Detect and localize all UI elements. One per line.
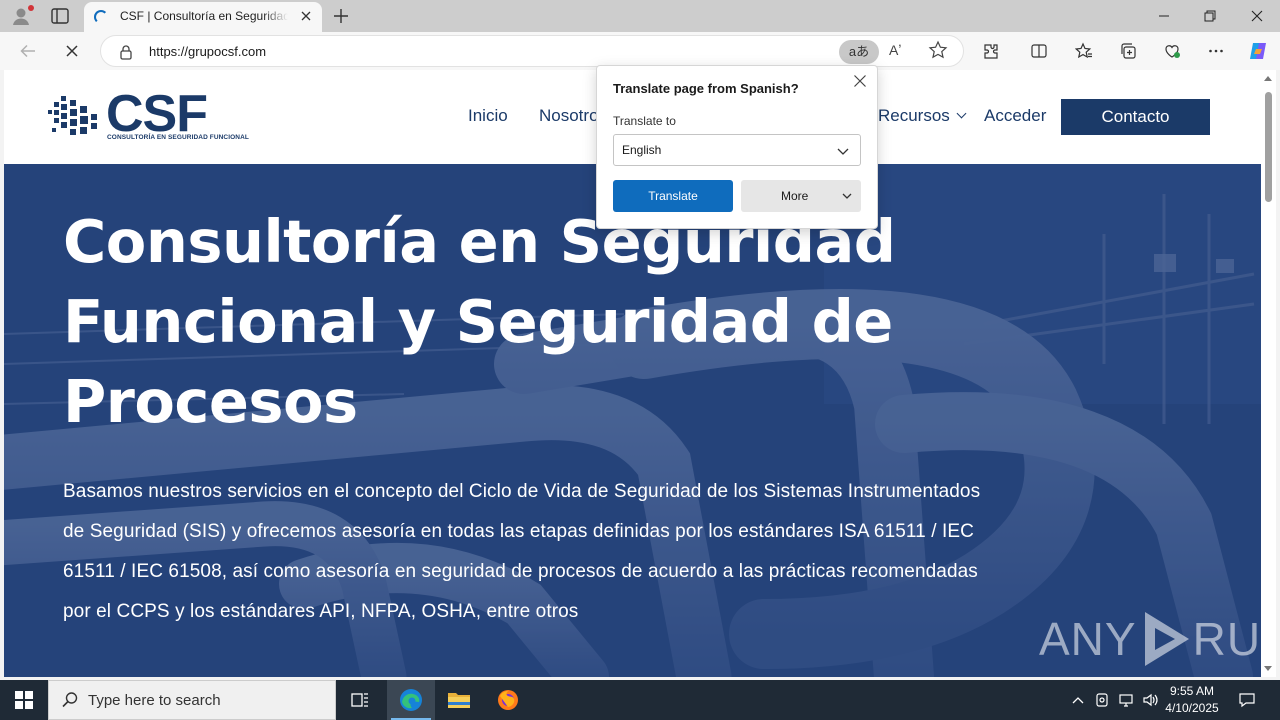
split-screen-icon[interactable] (1025, 37, 1053, 65)
profile-icon[interactable] (10, 5, 34, 27)
scrollbar-thumb[interactable] (1265, 92, 1272, 202)
clock-time: 9:55 AM (1169, 684, 1215, 698)
chevron-down-icon (842, 193, 852, 199)
windows-taskbar: Type here to search 9:55 AM 4/10/2025 (0, 680, 1280, 720)
page-scrollbar[interactable] (1261, 70, 1276, 677)
edge-taskbar-icon[interactable] (387, 680, 435, 720)
translate-button[interactable]: Translate (613, 180, 733, 212)
watermark-any: ANY (1039, 613, 1137, 665)
favorite-star-icon[interactable] (928, 40, 948, 65)
back-icon[interactable] (14, 37, 42, 65)
language-select[interactable]: English (613, 134, 861, 166)
hero-description: Basamos nuestros servicios en el concept… (63, 481, 981, 622)
csf-logo[interactable]: CSF CONSULTORÍA EN SEGURIDAD FUNCIONAL (44, 86, 264, 144)
selected-language: English (622, 143, 662, 157)
tab-title: CSF | Consultoría en Seguridad Funcional (120, 9, 288, 23)
more-button[interactable]: More (741, 180, 861, 212)
firefox-icon[interactable] (484, 680, 532, 720)
close-icon[interactable] (853, 74, 867, 88)
taskbar-clock[interactable]: 9:55 AM 4/10/2025 (1160, 683, 1224, 717)
notifications-icon[interactable] (1230, 680, 1264, 720)
task-view-icon[interactable] (336, 680, 384, 720)
nav-acceder[interactable]: Acceder (984, 106, 1046, 126)
minimize-icon[interactable] (1141, 0, 1187, 32)
nav-recursos[interactable]: Recursos (878, 106, 967, 126)
network-icon[interactable] (1116, 680, 1138, 720)
windows-logo-icon (15, 691, 33, 709)
start-button[interactable] (0, 680, 48, 720)
extensions-icon[interactable] (977, 37, 1005, 65)
scroll-down-icon[interactable] (1264, 666, 1272, 671)
close-tab-icon[interactable] (298, 8, 314, 24)
clock-date: 4/10/2025 (1165, 701, 1219, 715)
stop-loading-icon[interactable] (58, 37, 86, 65)
chevron-down-icon (837, 148, 849, 155)
translate-popup: Translate page from Spanish? Translate t… (596, 65, 878, 229)
anyrun-watermark: ANY RUN (1039, 608, 1261, 670)
watermark-run: RUN (1192, 613, 1261, 665)
hero-title: Consultoría en Seguridad Funcional y Seg… (63, 207, 896, 436)
close-window-icon[interactable] (1234, 0, 1280, 32)
address-bar[interactable]: https://grupocsf.com aあ Aʼ (100, 35, 964, 67)
translate-popup-title: Translate page from Spanish? (613, 81, 799, 96)
search-icon (62, 692, 78, 708)
read-aloud-icon[interactable]: Aʼ (889, 42, 901, 58)
browser-essentials-icon[interactable] (1158, 37, 1186, 65)
csf-logo-mark-icon (48, 96, 97, 135)
chevron-down-icon (956, 108, 967, 119)
new-tab-icon[interactable] (332, 7, 350, 25)
url-text[interactable]: https://grupocsf.com (149, 44, 266, 59)
volume-icon[interactable] (1140, 680, 1162, 720)
settings-more-icon[interactable] (1202, 37, 1230, 65)
taskbar-search[interactable]: Type here to search (48, 680, 336, 720)
collections-icon[interactable] (1114, 37, 1142, 65)
tab-strip: CSF | Consultoría en Seguridad Funcional (0, 0, 1280, 32)
nav-recursos-label: Recursos (878, 106, 950, 125)
tray-chevron-up-icon[interactable] (1068, 680, 1088, 720)
play-icon (1144, 612, 1189, 666)
translate-to-label: Translate to (613, 114, 676, 128)
search-placeholder: Type here to search (88, 692, 221, 709)
scroll-up-icon[interactable] (1264, 76, 1272, 81)
contacto-button[interactable]: Contacto (1061, 99, 1210, 135)
lock-icon[interactable] (119, 44, 133, 65)
tab-actions-icon[interactable] (50, 7, 70, 25)
hero-section: Consultoría en Seguridad Funcional y Seg… (4, 164, 1261, 677)
more-button-label: More (781, 189, 809, 203)
translate-icon[interactable]: aあ (839, 40, 879, 64)
device-icon[interactable] (1092, 680, 1112, 720)
nav-inicio[interactable]: Inicio (468, 106, 508, 126)
copilot-icon[interactable] (1244, 37, 1272, 65)
favorites-icon[interactable] (1070, 37, 1098, 65)
active-tab[interactable]: CSF | Consultoría en Seguridad Funcional (84, 2, 322, 32)
file-explorer-icon[interactable] (435, 680, 483, 720)
loading-spinner-icon (94, 10, 108, 24)
logo-tagline: CONSULTORÍA EN SEGURIDAD FUNCIONAL (107, 134, 249, 141)
restore-icon[interactable] (1187, 0, 1233, 32)
